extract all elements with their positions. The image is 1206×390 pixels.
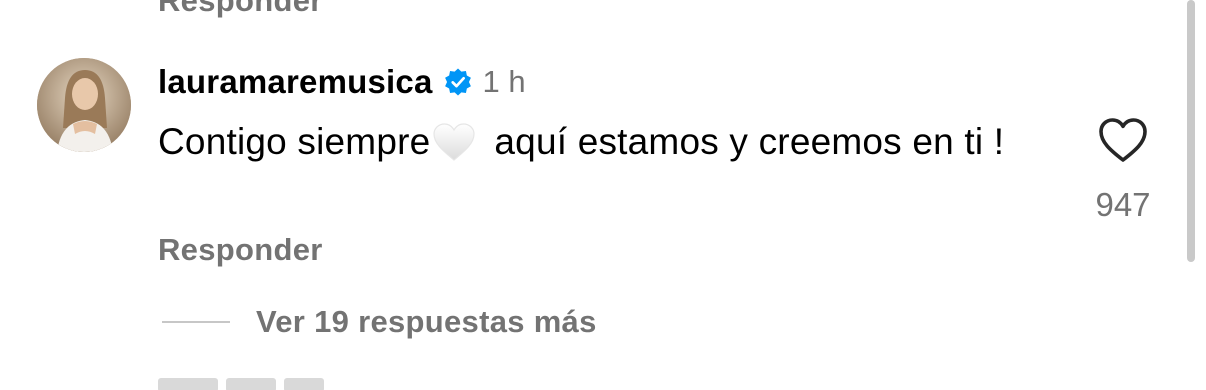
scrollbar[interactable] — [1187, 0, 1195, 262]
like-count: 947 — [1095, 186, 1151, 223]
comment-text: Contigo siempre aquí estamos y creemos en… — [158, 117, 1058, 167]
username[interactable]: lauramaremusica — [158, 63, 433, 101]
replies-divider-line — [162, 321, 230, 323]
next-comment-peek — [158, 378, 338, 390]
comment-text-part-2: aquí estamos y creemos en ti ! — [494, 121, 1005, 162]
avatar[interactable] — [37, 58, 131, 152]
verified-badge-icon — [444, 68, 471, 96]
white-heart-emoji-icon — [433, 123, 476, 161]
view-more-replies-button[interactable]: Ver 19 respuestas más — [162, 304, 597, 340]
comment-text-part-1: Contigo siempre — [158, 121, 431, 162]
view-more-replies-label: Ver 19 respuestas más — [256, 304, 597, 339]
reply-button[interactable]: Responder — [158, 232, 323, 268]
comment-time: 1 h — [482, 64, 526, 99]
heart-outline-icon[interactable] — [1096, 115, 1150, 165]
comment-header: lauramaremusica 1 h — [158, 62, 526, 102]
previous-reply-link[interactable]: Responder — [158, 0, 323, 19]
